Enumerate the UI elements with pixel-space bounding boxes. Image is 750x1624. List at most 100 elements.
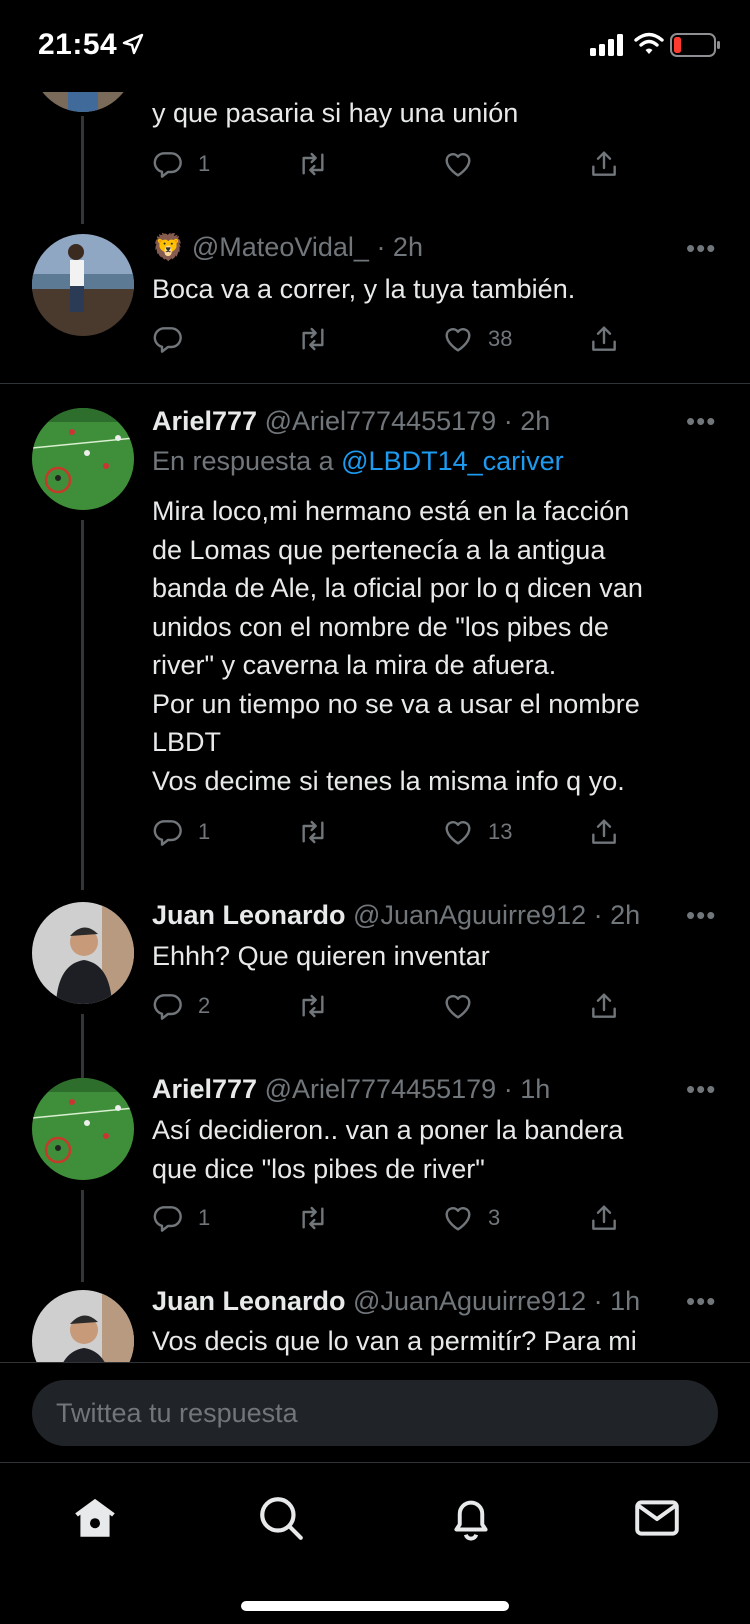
search-icon[interactable] [256,1493,306,1543]
reply-icon [153,327,182,353]
reply-count: 2 [198,993,211,1018]
retweet-button[interactable] [296,988,330,1024]
reply-input[interactable] [32,1380,718,1446]
reply-box[interactable] [32,1380,718,1446]
share-icon [592,151,616,176]
retweet-button[interactable] [296,321,330,357]
more-options-icon[interactable]: ••• [686,233,716,264]
tweet-header: Juan Leonardo @JuanAguuirre912 · 1h [152,1286,640,1317]
like-button[interactable]: 38 [442,321,512,357]
status-time: 21:54 [38,28,118,61]
heart-icon [445,1207,471,1231]
tweet-header: 🦁 @MateoVidal_ · 2h [152,232,423,263]
location-arrow-icon [122,33,144,60]
share-button[interactable] [588,1200,620,1236]
avatar[interactable] [32,1078,134,1180]
share-button[interactable] [588,321,620,357]
conversation-timeline[interactable]: y que pasaria si hay una unión 1 🦁 @Mate… [0,0,750,1362]
wifi-icon [634,32,664,61]
divider [0,383,750,384]
avatar[interactable] [32,902,134,1004]
reply-count: 1 [198,151,211,176]
retweet-button[interactable] [296,146,330,182]
like-button[interactable] [442,988,474,1024]
like-button[interactable]: 13 [442,814,512,850]
reply-icon [153,820,182,846]
user-handle[interactable]: @Ariel7774455179 [265,1074,497,1104]
notifications-icon[interactable] [446,1493,496,1543]
status-bar: 21:54 [0,0,750,92]
reply-button[interactable] [152,321,184,357]
reply-to-label: En respuesta a [152,446,334,476]
like-button[interactable]: 3 [442,1200,500,1236]
bottom-tab-bar [0,1462,750,1624]
user-name[interactable]: Ariel777 [152,1074,257,1104]
thread-connector [81,116,84,224]
thread-connector [81,1014,84,1078]
more-options-icon[interactable]: ••• [686,900,716,931]
reply-icon [153,1206,182,1232]
share-icon [592,326,616,351]
retweet-icon [302,327,324,351]
share-button[interactable] [588,988,620,1024]
tweet-actions: 38 [152,321,632,357]
tweet-header: Ariel777 @Ariel7774455179 · 2h [152,406,550,437]
tweet-text: Vos decis que lo van a permitír? Para mi [152,1326,637,1356]
more-options-icon[interactable]: ••• [686,406,716,437]
avatar[interactable] [32,234,134,336]
reply-button[interactable]: 1 [152,146,210,182]
battery-icon [670,33,722,62]
user-handle[interactable]: @Ariel7774455179 [265,406,497,436]
thread-connector [81,1190,84,1282]
tweet-text: y que pasaria si hay una unión [152,98,519,128]
avatar[interactable] [32,408,134,510]
retweet-button[interactable] [296,814,330,850]
like-count: 13 [488,819,513,844]
share-button[interactable] [588,146,620,182]
reply-button[interactable]: 1 [152,814,210,850]
user-name[interactable]: Juan Leonardo [152,1286,346,1316]
reply-icon [153,994,182,1020]
heart-icon [445,153,471,177]
reply-button[interactable]: 2 [152,988,210,1024]
tweet-time: · 1h [503,1074,551,1104]
reply-count: 1 [198,819,211,844]
share-button[interactable] [588,814,620,850]
user-handle[interactable]: @JuanAguuirre912 [353,1286,586,1316]
tweet-time: · 2h [503,406,551,436]
share-icon [592,993,616,1018]
tweet-text: Boca va a correr, y la tuya también. [152,274,576,304]
user-name[interactable]: Ariel777 [152,406,257,436]
like-button[interactable] [442,146,474,182]
avatar[interactable] [32,1290,134,1362]
tweet-header: Ariel777 @Ariel7774455179 · 1h [152,1074,550,1105]
tweet-text: Así decidieron.. van a poner la bandera … [152,1115,624,1184]
retweet-button[interactable] [296,1200,330,1236]
more-options-icon[interactable]: ••• [686,1286,716,1317]
user-name[interactable]: Juan Leonardo [152,900,346,930]
lion-emoji-icon: 🦁 [152,232,185,262]
more-options-icon[interactable]: ••• [686,1074,716,1105]
user-handle[interactable]: @JuanAguuirre912 [353,900,586,930]
heart-icon [445,821,471,845]
retweet-icon [302,152,324,176]
reply-button[interactable]: 1 [152,1200,210,1236]
reply-icon [153,152,182,178]
user-handle[interactable]: @MateoVidal_ [192,232,369,262]
tweet-time: · 1h [593,1286,641,1316]
messages-icon[interactable] [632,1493,682,1543]
heart-icon [445,328,471,352]
share-icon [592,1205,616,1230]
tweet-actions: 1 13 [152,814,632,850]
tweet-header: Juan Leonardo @JuanAguuirre912 · 2h [152,900,640,931]
share-icon [592,819,616,844]
home-icon[interactable] [70,1493,120,1543]
tweet-actions: 1 [152,146,632,182]
replying-to: En respuesta a @LBDT14_cariver [152,446,564,477]
like-count: 38 [488,326,513,351]
retweet-icon [302,994,324,1018]
tweet-actions: 2 [152,988,632,1024]
heart-icon [445,995,471,1019]
thread-connector [81,520,84,890]
reply-to-mention[interactable]: @LBDT14_cariver [341,446,564,476]
